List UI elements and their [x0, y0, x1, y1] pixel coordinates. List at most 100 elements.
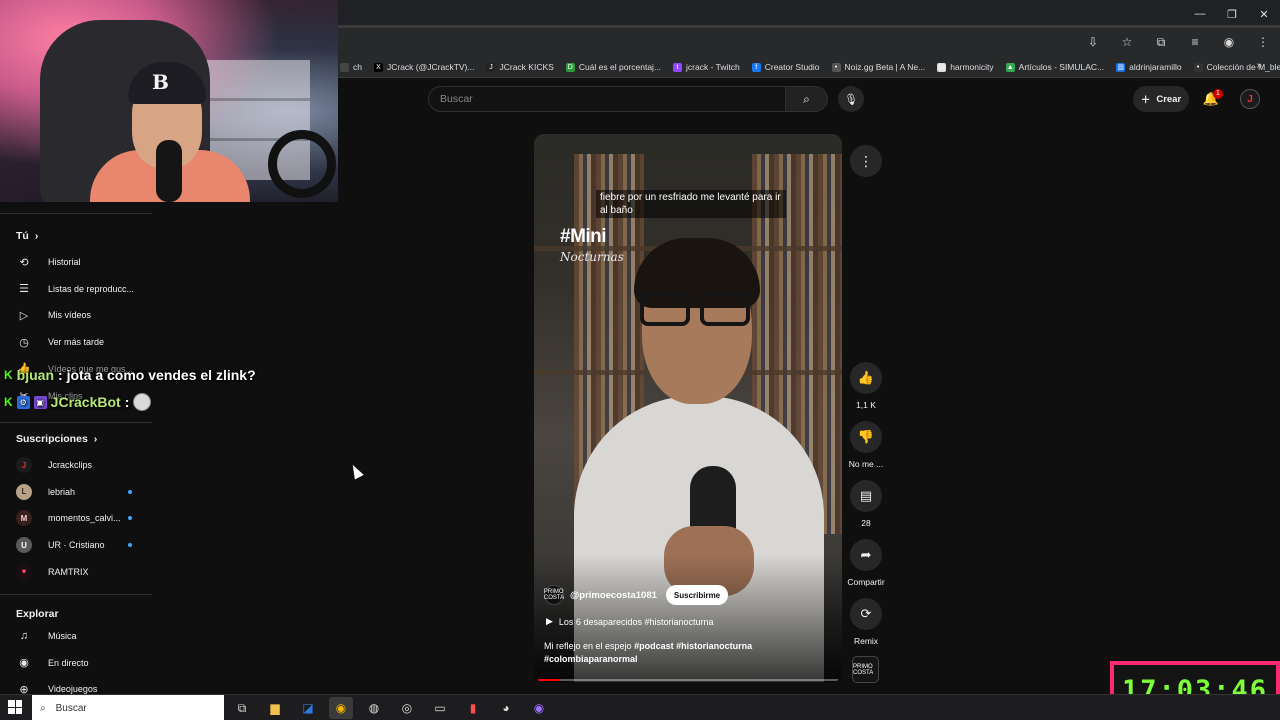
bookmark-item[interactable]: ▲ Artículos - SIMULAC...	[1005, 62, 1104, 72]
short-video-player[interactable]: fiebre por un resfriado me levanté para …	[534, 134, 842, 682]
bookmark-label: Creator Studio	[764, 62, 820, 72]
video-subtitle-tag: Nocturnas	[560, 250, 624, 264]
explore-item-label: Música	[48, 631, 77, 641]
thumbs-down-icon: 👎	[857, 429, 875, 444]
share-action: ➦ Compartir	[842, 539, 890, 587]
like-action: 👍 1,1 K	[842, 362, 890, 410]
close-window-button[interactable]: ✕	[1248, 0, 1280, 28]
bookmark-item[interactable]: ▥ aldrinjaramillo	[1116, 62, 1182, 72]
chevron-right-icon: ›	[93, 433, 98, 445]
channel-avatar[interactable]: PRIMO COSTA	[544, 585, 564, 605]
webcam-cap-logo: B	[152, 70, 169, 94]
taskbar-apps: ⧉ ▆ ◪ ◉ ◍ ◎ ▭ ▮ ◕ ◉	[230, 695, 551, 720]
extensions-icon[interactable]: ⧉	[1150, 32, 1172, 52]
dislike-button[interactable]: 👎	[850, 421, 882, 453]
subscribe-button[interactable]: Suscribirme	[665, 585, 729, 605]
webcam-steering-wheel	[268, 130, 336, 198]
thumbs-up-icon: 👍	[857, 370, 875, 385]
bookmark-label: JCrack KICKS	[499, 62, 554, 72]
subscription-item[interactable]: Llebriah	[16, 482, 156, 502]
bookmark-label: aldrinjaramillo	[1129, 62, 1182, 72]
sidebar-divider	[0, 213, 152, 214]
sidebar-item[interactable]: ☰ Listas de reproducc...	[16, 279, 156, 299]
like-button[interactable]: 👍	[850, 362, 882, 394]
bookmark-star-icon[interactable]: ☆	[1116, 32, 1138, 52]
moderator-badge-icon: ⚙	[16, 395, 30, 409]
obs-icon[interactable]: ◍	[362, 697, 386, 719]
plus-icon: ＋	[1140, 95, 1151, 106]
channel-avatar: L	[16, 483, 32, 500]
bookmarks-overflow-icon[interactable]: »	[1256, 60, 1262, 71]
chat-text: :	[124, 394, 130, 410]
bookmark-label: JCrack (@JCrackTV)...	[386, 62, 475, 72]
sidebar-item[interactable]: ◷ Ver más tarde	[16, 332, 156, 352]
voice-search-button[interactable]: 🎙	[838, 86, 864, 112]
discord-like-icon[interactable]: ◕	[494, 697, 518, 719]
search-input[interactable]: Buscar	[428, 86, 786, 112]
sidebar-section-subscriptions[interactable]: Suscripciones ›	[16, 433, 97, 445]
outlook-icon[interactable]: ◪	[296, 697, 320, 719]
taskbar-search[interactable]: ⌕ Buscar	[32, 695, 224, 720]
red-app-icon[interactable]: ▮	[461, 697, 485, 719]
video-progress-bar[interactable]	[538, 679, 838, 681]
sidebar-item-icon: ☰	[19, 283, 29, 296]
search-placeholder: Buscar	[440, 93, 473, 105]
remix-action: ⟳ Remix	[842, 598, 890, 646]
playlist-link[interactable]: ▶ Los 6 desaparecidos #historianocturna	[546, 616, 714, 627]
task-view-icon[interactable]: ⧉	[230, 697, 254, 719]
bookmark-favicon-icon: ▲	[1005, 62, 1015, 72]
minimize-button[interactable]: —	[1184, 0, 1216, 28]
subscription-item[interactable]: U UR · Cristiano	[16, 535, 156, 555]
share-arrow-icon: ➦	[860, 547, 872, 562]
bookmark-favicon-icon: J	[486, 62, 496, 72]
comment-icon: ▤	[859, 488, 873, 503]
new-content-dot	[128, 489, 132, 494]
share-button[interactable]: ➦	[850, 539, 882, 571]
keyboard-app-icon[interactable]: ▭	[428, 697, 452, 719]
explore-item[interactable]: ♫ Música	[16, 626, 156, 646]
bookmark-item[interactable]: t jcrack - Twitch	[673, 62, 740, 72]
sidebar-item[interactable]: ▷ Mis vídeos	[16, 305, 156, 325]
bookmark-item[interactable]: ch	[340, 62, 362, 72]
windows-start-icon[interactable]	[8, 700, 22, 714]
sidebar-item[interactable]: ⟲ Historial	[16, 252, 156, 272]
chrome-icon[interactable]: ◉	[329, 697, 353, 719]
install-app-icon[interactable]: ⇩	[1082, 32, 1104, 52]
dislike-label: No me ...	[848, 459, 884, 469]
bookmark-item[interactable]: •Colección de M_blei...	[1193, 62, 1280, 72]
sidebar-divider	[0, 594, 152, 595]
subscription-item[interactable]: J Jcrackclips	[16, 455, 156, 475]
steering-app-icon[interactable]: ◎	[395, 697, 419, 719]
subscription-item[interactable]: Mmomentos_calvi...	[16, 508, 156, 528]
sidebar-section-you[interactable]: Tú ›	[16, 230, 38, 242]
browser-profile-icon[interactable]: ◉	[1218, 32, 1240, 52]
explore-item[interactable]: ◉ En directo	[16, 653, 156, 673]
restore-button[interactable]: ❐	[1216, 0, 1248, 28]
remix-button[interactable]: ⟳	[850, 598, 882, 630]
search-button[interactable]: ⌕	[786, 86, 828, 112]
bookmark-item[interactable]: D Cuál es el porcentaj...	[565, 62, 661, 72]
avatar[interactable]: J	[1240, 89, 1260, 109]
channel-row: PRIMO COSTA @primoecosta1081 Suscribirme	[544, 585, 729, 605]
video-description[interactable]: Mi reflejo en el espejo #podcast #histor…	[544, 640, 824, 666]
audio-thumbnail[interactable]: PRIMO COSTA	[852, 656, 879, 683]
subscription-label: momentos_calvi...	[48, 513, 121, 524]
bookmark-item[interactable]: • Noiz.gg Beta | A Ne...	[831, 62, 925, 72]
search-icon: ⌕	[40, 702, 46, 714]
browser-menu-icon[interactable]: ⋮	[1252, 32, 1274, 52]
more-options-button[interactable]: ⋮	[850, 145, 882, 177]
bookmark-item[interactable]: ▤ harmonicity	[937, 62, 994, 72]
subscription-label: Jcrackclips	[48, 460, 93, 470]
window-controls: — ❐ ✕	[1184, 0, 1280, 28]
create-button[interactable]: ＋ Crear	[1133, 86, 1189, 112]
bookmark-item[interactable]: J JCrack KICKS	[486, 62, 554, 72]
comments-button[interactable]: ▤	[850, 480, 882, 512]
bookmark-item[interactable]: f Creator Studio	[751, 62, 820, 72]
media-control-icon[interactable]: ≡	[1184, 32, 1206, 52]
taskbar: ⌕ Buscar ⧉ ▆ ◪ ◉ ◍ ◎ ▭ ▮ ◕ ◉	[0, 694, 1280, 720]
file-explorer-icon[interactable]: ▆	[263, 697, 287, 719]
subscription-item[interactable]: ♥ RAMTRIX	[16, 562, 156, 582]
chrome-profile-icon[interactable]: ◉	[527, 697, 551, 719]
bookmark-item[interactable]: X JCrack (@JCrackTV)...	[373, 62, 475, 72]
channel-name[interactable]: @primoecosta1081	[570, 590, 657, 601]
